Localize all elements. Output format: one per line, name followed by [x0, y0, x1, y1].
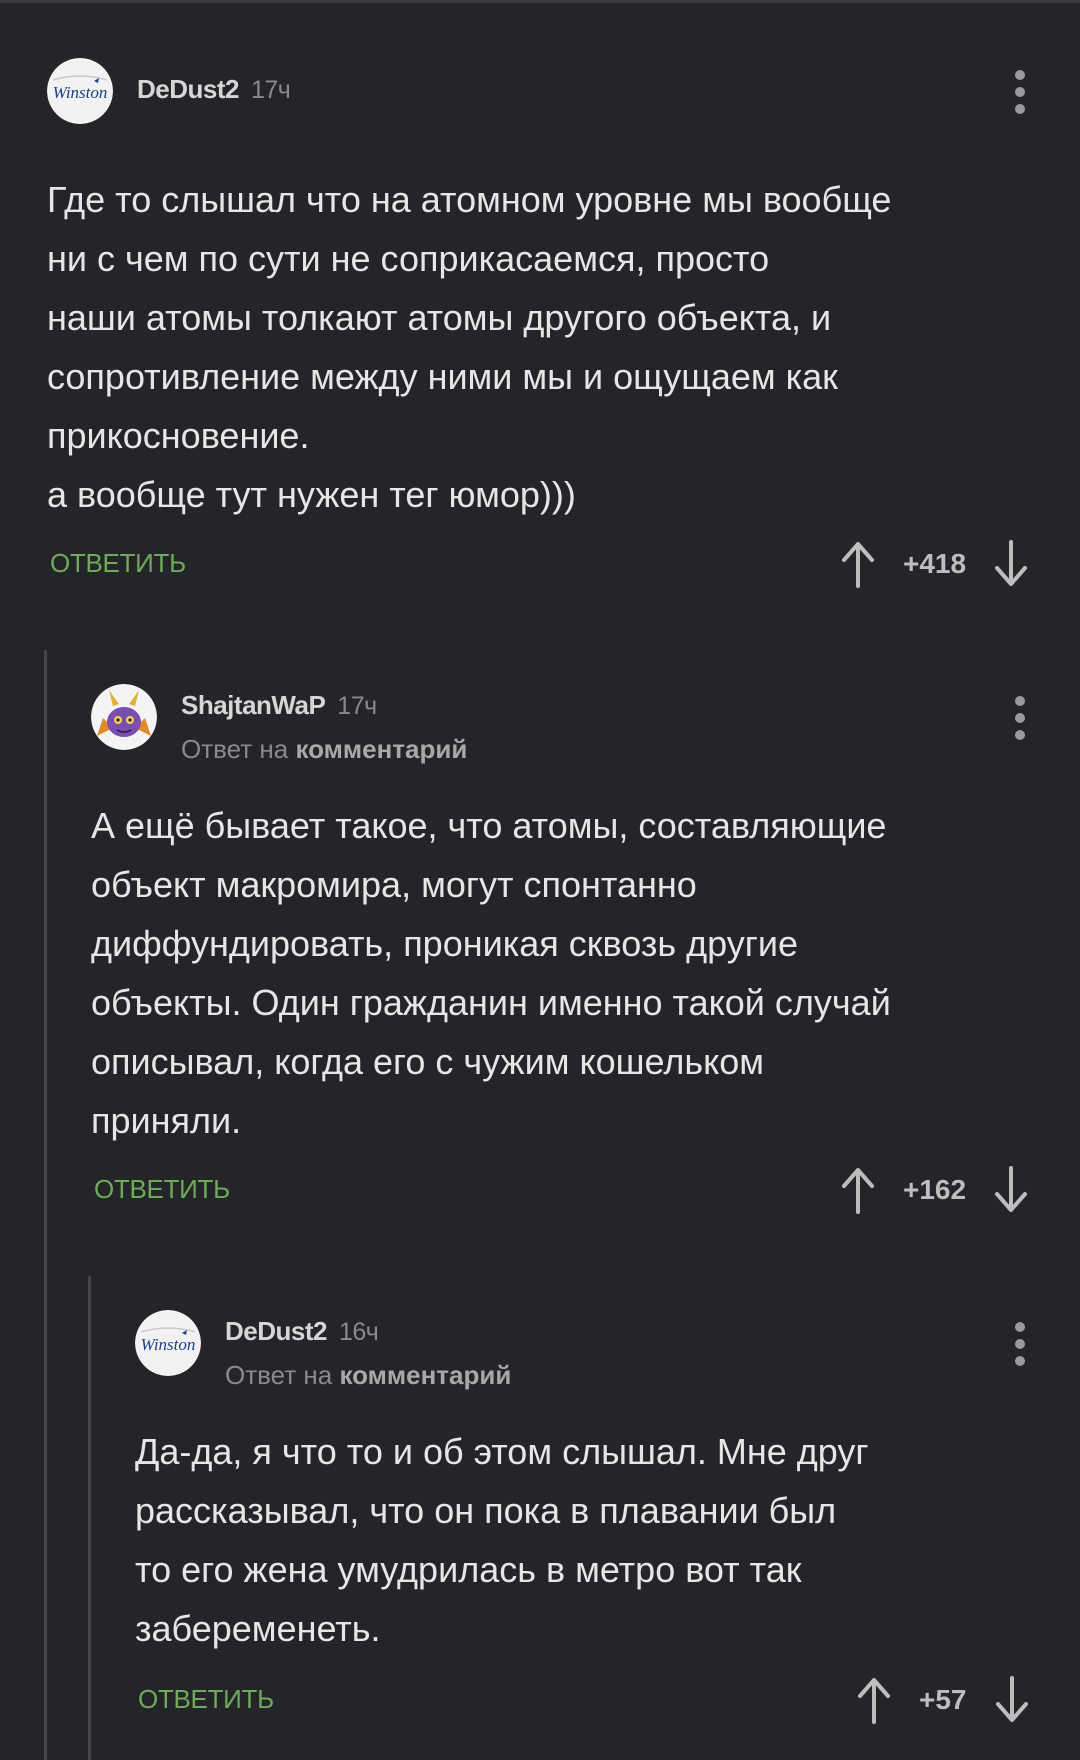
comment-header: Winston DeDust2 16ч Ответ на комментарий — [135, 1310, 1055, 1390]
author-label: DeDust2 — [225, 1316, 327, 1346]
vote-controls: +162 — [841, 1166, 1028, 1214]
avatar-logo-text: Winston — [141, 1335, 196, 1354]
score: +162 — [903, 1174, 967, 1205]
reply-to-comment-link[interactable]: комментарий — [295, 734, 467, 764]
reply-to-comment-link[interactable]: комментарий — [339, 1360, 511, 1390]
comment-time: 16ч — [338, 1318, 379, 1346]
author-label: DeDust2 — [137, 74, 239, 104]
top-divider — [0, 0, 1080, 3]
comment: ShajtanWaP 17ч Ответ на комментарий А ещё… — [91, 684, 1051, 1224]
comment-text: Да-да, я что то и об этом слышал. Мне др… — [135, 1431, 869, 1649]
downvote-arrow-icon[interactable] — [995, 1676, 1029, 1724]
score: +57 — [919, 1684, 967, 1715]
score: +418 — [903, 548, 967, 579]
comment-header: Winston DeDust2 17ч — [47, 58, 1047, 126]
upvote-arrow-icon[interactable] — [857, 1676, 891, 1724]
avatar[interactable] — [91, 684, 157, 750]
thread-line-level-2 — [88, 1276, 91, 1760]
comment-text: Где то слышал что на атомном уровне мы в… — [47, 179, 892, 515]
comment: Winston DeDust2 17ч Где то слышал что на … — [47, 58, 1047, 598]
reply-button[interactable]: ОТВЕТИТЬ — [50, 548, 186, 579]
vote-controls: +57 — [857, 1676, 1029, 1724]
upvote-arrow-icon[interactable] — [841, 1166, 875, 1214]
reply-to-line: Ответ на комментарий — [181, 734, 467, 765]
author-label: ShajtanWaP — [181, 690, 326, 720]
avatar[interactable]: Winston — [47, 58, 113, 124]
comment-text: А ещё бывает такое, что атомы, составляю… — [91, 805, 891, 1141]
comment-time: 17ч — [337, 692, 377, 720]
comment: Winston DeDust2 16ч Ответ на комментарий … — [135, 1310, 1055, 1750]
more-menu-icon[interactable] — [1015, 696, 1025, 740]
reply-to-prefix: Ответ на — [181, 734, 289, 764]
vote-controls: +418 — [841, 540, 1028, 588]
thread-line-level-1 — [44, 650, 47, 1760]
avatar-logo-text: Winston — [53, 83, 108, 102]
author-name[interactable]: DeDust2 17ч — [137, 74, 291, 105]
comment-header: ShajtanWaP 17ч Ответ на комментарий — [91, 684, 1051, 764]
reply-to-prefix: Ответ на — [225, 1360, 333, 1390]
reply-button[interactable]: ОТВЕТИТЬ — [138, 1684, 274, 1715]
author-name[interactable]: DeDust2 16ч — [225, 1316, 379, 1347]
upvote-arrow-icon[interactable] — [841, 540, 875, 588]
downvote-arrow-icon[interactable] — [994, 540, 1028, 588]
more-menu-icon[interactable] — [1015, 70, 1025, 114]
more-menu-icon[interactable] — [1015, 1322, 1025, 1366]
reply-button[interactable]: ОТВЕТИТЬ — [94, 1174, 230, 1205]
author-name[interactable]: ShajtanWaP 17ч — [181, 690, 377, 721]
downvote-arrow-icon[interactable] — [994, 1166, 1028, 1214]
avatar[interactable]: Winston — [135, 1310, 201, 1376]
comment-time: 17ч — [250, 76, 291, 104]
reply-to-line: Ответ на комментарий — [225, 1360, 511, 1391]
